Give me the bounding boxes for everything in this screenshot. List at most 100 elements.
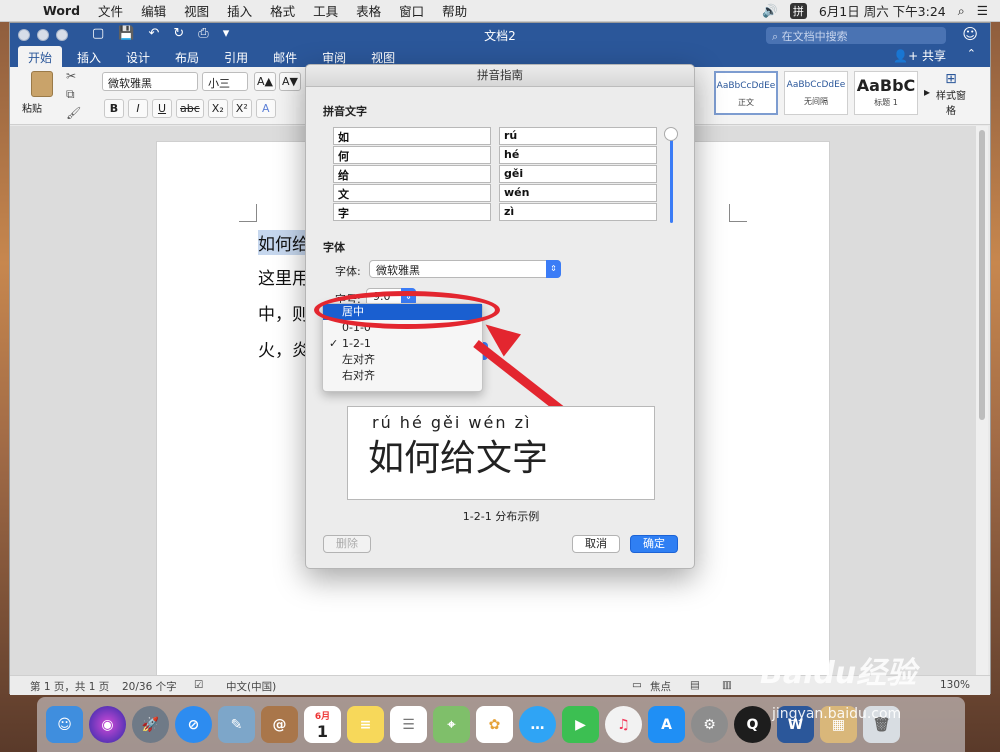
- menubar-clock[interactable]: 6月1日 周六 下午3:24: [819, 1, 946, 20]
- add-person-icon: 👤+: [893, 49, 922, 63]
- superscript-button[interactable]: X²: [231, 99, 252, 118]
- ruby-text-field[interactable]: zì: [499, 203, 657, 221]
- facetime-icon[interactable]: ▶: [562, 706, 599, 743]
- ruby-font-select[interactable]: 微软雅黑 ⇕: [369, 260, 561, 278]
- volume-icon[interactable]: 🔊: [762, 3, 778, 19]
- preview-icon[interactable]: ✎: [218, 706, 255, 743]
- quicktime-icon[interactable]: Q: [734, 706, 771, 743]
- language-status[interactable]: 中文(中国): [226, 679, 276, 694]
- style-heading-1[interactable]: AaBbC 标题 1: [854, 71, 918, 115]
- preview-box: rú hé gěi wén zì 如何给文字: [347, 406, 655, 500]
- annotation-ellipse: [314, 291, 500, 329]
- proofing-icon[interactable]: ☑: [194, 679, 203, 691]
- menu-format[interactable]: 格式: [261, 1, 304, 20]
- share-button[interactable]: 👤+ 共享: [893, 47, 946, 64]
- delete-button[interactable]: 删除: [323, 535, 371, 553]
- base-text-field[interactable]: 如: [333, 127, 491, 145]
- style-no-spacing[interactable]: AaBbCcDdEe 无间隔: [784, 71, 848, 115]
- zoom-level[interactable]: 130%: [940, 679, 970, 691]
- menu-app-name[interactable]: Word: [34, 3, 89, 18]
- styles-pane-label: 样式窗格: [936, 91, 967, 117]
- menu-view[interactable]: 视图: [175, 1, 218, 20]
- menu-help[interactable]: 帮助: [433, 1, 476, 20]
- messages-icon[interactable]: …: [519, 706, 556, 743]
- ruby-text-field[interactable]: rú: [499, 127, 657, 145]
- music-icon[interactable]: ♫: [605, 706, 642, 743]
- subscript-button[interactable]: X₂: [207, 99, 228, 118]
- menu-insert[interactable]: 插入: [218, 1, 261, 20]
- preview-hanzi: 如何给文字: [368, 438, 549, 479]
- cancel-button[interactable]: 取消: [572, 535, 620, 553]
- format-painter-icon[interactable]: 🖌: [66, 106, 81, 120]
- document-line[interactable]: 如何给: [258, 230, 309, 255]
- menu-window[interactable]: 窗口: [390, 1, 433, 20]
- system-preferences-icon[interactable]: ⚙: [691, 706, 728, 743]
- menu-table[interactable]: 表格: [347, 1, 390, 20]
- styles-more-icon[interactable]: ▸: [924, 85, 930, 117]
- spotlight-icon[interactable]: ⌕: [958, 3, 965, 19]
- web-layout-icon[interactable]: ▥: [722, 679, 732, 691]
- ruby-text-field[interactable]: wén: [499, 184, 657, 202]
- document-search-input[interactable]: ⌕ 在文档中搜索: [766, 27, 946, 44]
- notification-center-icon[interactable]: ☰: [977, 3, 988, 18]
- calendar-icon[interactable]: 6月 1: [304, 706, 341, 743]
- italic-button[interactable]: I: [128, 99, 148, 118]
- document-line[interactable]: 火，炎: [258, 336, 309, 361]
- text-effects-icon[interactable]: A: [255, 99, 276, 118]
- pinyin-list-scrollbar[interactable]: [670, 133, 673, 223]
- launchpad-icon[interactable]: 🚀: [132, 706, 169, 743]
- vertical-scrollbar[interactable]: [976, 126, 988, 677]
- menu-edit[interactable]: 编辑: [132, 1, 175, 20]
- alignment-option-left[interactable]: 左对齐: [323, 352, 482, 368]
- ruby-text-field[interactable]: gěi: [499, 165, 657, 183]
- app-store-icon[interactable]: A: [648, 706, 685, 743]
- pinyin-list-scroll-knob[interactable]: [664, 127, 678, 141]
- maps-icon[interactable]: ⌖: [433, 706, 470, 743]
- ok-button[interactable]: 确定: [630, 535, 678, 553]
- document-line[interactable]: 中，则: [258, 300, 309, 325]
- focus-icon[interactable]: ▭: [632, 679, 642, 691]
- calendar-month: 6月: [314, 711, 331, 722]
- base-text-field[interactable]: 给: [333, 165, 491, 183]
- font-size-dropdown[interactable]: 小三: [202, 72, 248, 91]
- reminders-icon[interactable]: ☰: [390, 706, 427, 743]
- menu-file[interactable]: 文件: [89, 1, 132, 20]
- cut-icon[interactable]: ✂: [66, 69, 81, 83]
- scrollbar-thumb[interactable]: [979, 130, 985, 420]
- styles-pane-button[interactable]: ⊞ 样式窗格: [936, 71, 966, 117]
- style-normal[interactable]: AaBbCcDdEe 正文: [714, 71, 778, 115]
- strikethrough-button[interactable]: abc: [176, 99, 204, 118]
- page-count[interactable]: 第 1 页，共 1 页: [30, 679, 109, 694]
- shrink-font-button[interactable]: A▼: [279, 72, 301, 91]
- copy-icon[interactable]: ⧉: [66, 87, 81, 102]
- option-label: 1-2-1: [342, 337, 371, 350]
- base-text-field[interactable]: 文: [333, 184, 491, 202]
- print-layout-icon[interactable]: ▤: [690, 679, 700, 691]
- base-text-field[interactable]: 字: [333, 203, 491, 221]
- photos-icon[interactable]: ✿: [476, 706, 513, 743]
- ruby-text-field[interactable]: hé: [499, 146, 657, 164]
- underline-button[interactable]: U: [152, 99, 172, 118]
- contacts-icon[interactable]: @: [261, 706, 298, 743]
- font-name-dropdown[interactable]: 微软雅黑: [102, 72, 198, 91]
- finder-icon[interactable]: ☺: [46, 706, 83, 743]
- crop-mark: [239, 204, 257, 222]
- alignment-option-right[interactable]: 右对齐: [323, 368, 482, 384]
- document-line[interactable]: 这里用: [258, 264, 309, 289]
- base-text-field[interactable]: 何: [333, 146, 491, 164]
- menu-tools[interactable]: 工具: [304, 1, 347, 20]
- share-label: 共享: [921, 49, 946, 63]
- safari-icon[interactable]: ⊘: [175, 706, 212, 743]
- bold-button[interactable]: B: [104, 99, 124, 118]
- notes-icon[interactable]: ≡: [347, 706, 384, 743]
- paste-button[interactable]: 粘贴: [22, 71, 62, 115]
- alignment-option-1-2-1[interactable]: ✓ 1-2-1: [323, 336, 482, 352]
- input-method-icon[interactable]: 拼: [789, 2, 807, 19]
- collapse-ribbon-icon[interactable]: ⌃: [967, 47, 976, 60]
- word-count[interactable]: 20/36 个字: [122, 679, 177, 694]
- grow-font-button[interactable]: A▲: [254, 72, 276, 91]
- feedback-smiley-icon[interactable]: ☺: [962, 25, 978, 43]
- siri-icon[interactable]: ◉: [89, 706, 126, 743]
- pinyin-section-heading: 拼音文字: [323, 105, 367, 118]
- focus-mode[interactable]: 焦点: [650, 679, 671, 694]
